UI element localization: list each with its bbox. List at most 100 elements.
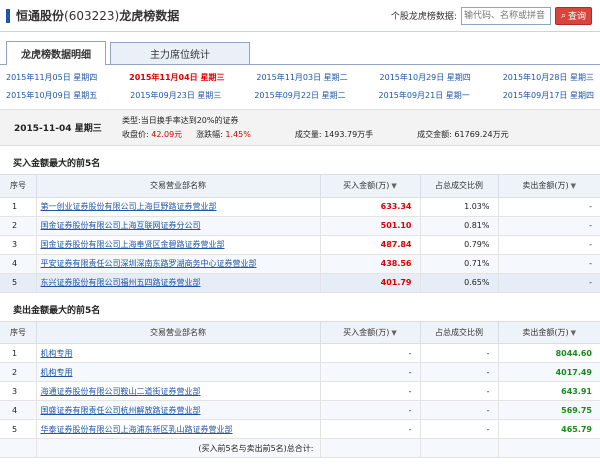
col-header-no: 序号 <box>0 175 36 198</box>
close-price: 收盘价: 42.09元 <box>122 130 183 139</box>
table-header-row: 序号 交易营业部名称 买入金额(万) ▼ 占总成交比例 卖出金额(万) ▼ <box>0 321 600 344</box>
table-row: 3 海通证券股份有限公司鞍山二道街证券营业部 - - 643.91 <box>0 381 600 401</box>
sell-amount: 4017.49 <box>497 362 600 382</box>
dept-cell: 国金证券股份有限公司上海互联网证券分公司 <box>35 216 320 236</box>
tab-bar: 龙虎榜数据明细 主力席位统计 <box>0 37 600 65</box>
ratio: 0.81% <box>419 216 498 236</box>
date-link[interactable]: 2015年11月05日 星期四 <box>6 72 97 83</box>
search-input[interactable] <box>460 6 551 25</box>
dept-cell: 国盛证券有限责任公司杭州解放路证券营业部 <box>35 400 320 420</box>
date-link[interactable]: 2015年09月17日 星期四 <box>503 90 594 101</box>
col-header-dept: 交易营业部名称 <box>35 321 320 344</box>
dept-link[interactable]: 机构专用 <box>41 349 73 358</box>
col-header-sell[interactable]: 卖出金额(万) ▼ <box>497 321 600 344</box>
dept-link[interactable]: 第一创业证券股份有限公司上海巨野路证券营业部 <box>41 202 217 211</box>
buy-amount: 633.34 <box>319 197 420 217</box>
summary-date: 2015-11-04 星期三 <box>14 124 102 134</box>
page-title: 恒通股份(603223)龙虎榜数据 <box>16 9 180 23</box>
sell-amount: - <box>497 235 600 255</box>
ratio: - <box>419 381 498 401</box>
dept-cell: 华泰证券股份有限公司上海浦东新区乳山路证券营业部 <box>35 419 320 439</box>
dept-cell: 平安证券有限责任公司深圳深南东路罗湖商务中心证券营业部 <box>35 254 320 274</box>
dept-link[interactable]: 国盛证券有限责任公司杭州解放路证券营业部 <box>41 406 201 415</box>
date-row: 2015年10月09日 星期五 2015年09月23日 星期三 2015年09月… <box>6 86 594 104</box>
dept-cell: 机构专用 <box>35 362 320 382</box>
dept-link[interactable]: 东兴证券股份有限公司福州五四路证券营业部 <box>41 278 201 287</box>
date-link[interactable]: 2015年10月29日 星期四 <box>380 72 471 83</box>
col-header-ratio: 占总成交比例 <box>419 321 498 344</box>
volume: 成交量: 1493.79万手 <box>294 130 374 139</box>
table-row: 1 机构专用 - - 8044.60 <box>0 343 600 363</box>
table-row: 5 华泰证券股份有限公司上海浦东新区乳山路证券营业部 - - 465.79 <box>0 419 600 439</box>
date-link-current[interactable]: 2015年11月04日 星期三 <box>129 72 224 83</box>
table-row: 3 国金证券股份有限公司上海奉贤区金碧路证券营业部 487.84 0.79% - <box>0 235 600 255</box>
ratio: - <box>419 343 498 363</box>
row-no: 1 <box>0 343 36 363</box>
dept-link[interactable]: 机构专用 <box>41 368 73 377</box>
col-header-ratio: 占总成交比例 <box>419 175 498 198</box>
date-link[interactable]: 2015年11月03日 星期二 <box>256 72 347 83</box>
buy-amount: - <box>319 419 420 439</box>
date-row: 2015年11月05日 星期四 2015年11月04日 星期三 2015年11月… <box>6 68 594 86</box>
table-row: 2 国金证券股份有限公司上海互联网证券分公司 501.10 0.81% - <box>0 216 600 236</box>
table-row: 2 机构专用 - - 4017.49 <box>0 362 600 382</box>
turnover-amount: 成交金额: 61769.24万元 <box>417 130 509 139</box>
row-no: 2 <box>0 362 36 382</box>
dept-link[interactable]: 海通证券股份有限公司鞍山二道街证券营业部 <box>41 387 201 396</box>
ratio: 0.71% <box>419 254 498 274</box>
dept-cell: 第一创业证券股份有限公司上海巨野路证券营业部 <box>35 197 320 217</box>
ratio: 0.79% <box>419 235 498 255</box>
table-row: 4 平安证券有限责任公司深圳深南东路罗湖商务中心证券营业部 438.56 0.7… <box>0 254 600 274</box>
buy-amount: - <box>319 400 420 420</box>
table-row: 5 东兴证券股份有限公司福州五四路证券营业部 401.79 0.65% - <box>0 273 600 293</box>
sell-amount: - <box>497 216 600 236</box>
sort-icon: ▼ <box>391 328 397 337</box>
sell-amount: 569.75 <box>497 400 600 420</box>
dept-link[interactable]: 国金证券股份有限公司上海互联网证券分公司 <box>41 221 201 230</box>
dept-link[interactable]: 华泰证券股份有限公司上海浦东新区乳山路证券营业部 <box>41 425 233 434</box>
sell-amount: 465.79 <box>497 419 600 439</box>
search-button[interactable]: ⌕ 查询 <box>554 6 592 25</box>
buy-amount: - <box>319 343 420 363</box>
row-no: 1 <box>0 197 36 217</box>
sell-amount: 8044.60 <box>497 343 600 363</box>
ratio: - <box>419 400 498 420</box>
ratio: - <box>419 419 498 439</box>
date-link[interactable]: 2015年10月28日 星期三 <box>503 72 594 83</box>
row-no: 3 <box>0 235 36 255</box>
date-link[interactable]: 2015年09月21日 星期一 <box>379 90 470 101</box>
buy-amount: 487.84 <box>319 235 420 255</box>
col-header-buy[interactable]: 买入金额(万) ▼ <box>319 321 420 344</box>
sell-amount: - <box>497 273 600 293</box>
col-header-buy[interactable]: 买入金额(万) ▼ <box>319 175 420 198</box>
buy-amount: 401.79 <box>319 273 420 293</box>
date-link[interactable]: 2015年09月23日 星期三 <box>130 90 221 101</box>
table-row: 4 国盛证券有限责任公司杭州解放路证券营业部 - - 569.75 <box>0 400 600 420</box>
total-label: (买入前5名与卖出前5名)总合计: <box>35 438 320 458</box>
dept-cell: 东兴证券股份有限公司福州五四路证券营业部 <box>35 273 320 293</box>
price-change: 涨跌幅: 1.45% <box>196 130 251 139</box>
search-icon: ⌕ <box>560 10 566 21</box>
dept-cell: 国金证券股份有限公司上海奉贤区金碧路证券营业部 <box>35 235 320 255</box>
total-row: (买入前5名与卖出前5名)总合计: <box>0 438 600 458</box>
dept-link[interactable]: 国金证券股份有限公司上海奉贤区金碧路证券营业部 <box>41 240 225 249</box>
search-area: 个股龙虎榜数据: ⌕查询 <box>391 6 600 25</box>
buy-amount: - <box>319 362 420 382</box>
col-header-sell[interactable]: 卖出金额(万) ▼ <box>497 175 600 198</box>
date-list: 2015年11月05日 星期四 2015年11月04日 星期三 2015年11月… <box>0 65 600 107</box>
dept-cell: 海通证券股份有限公司鞍山二道街证券营业部 <box>35 381 320 401</box>
buy-section-title: 买入金额最大的前5名 <box>0 146 600 175</box>
date-link[interactable]: 2015年10月09日 星期五 <box>6 90 97 101</box>
row-no: 5 <box>0 419 36 439</box>
table-row: 1 第一创业证券股份有限公司上海巨野路证券营业部 633.34 1.03% - <box>0 197 600 217</box>
total-buy <box>319 438 420 458</box>
sell-section-title: 卖出金额最大的前5名 <box>0 293 600 322</box>
ratio: 1.03% <box>419 197 498 217</box>
dept-link[interactable]: 平安证券有限责任公司深圳深南东路罗湖商务中心证券营业部 <box>41 259 257 268</box>
date-link[interactable]: 2015年09月22日 星期二 <box>254 90 345 101</box>
tab-seat-stats[interactable]: 主力席位统计 <box>110 42 250 64</box>
type-info: 类型:当日换手率达到20%的证券 <box>122 116 239 125</box>
row-no: 2 <box>0 216 36 236</box>
tab-detail[interactable]: 龙虎榜数据明细 <box>6 41 106 65</box>
total-sell <box>497 438 600 458</box>
